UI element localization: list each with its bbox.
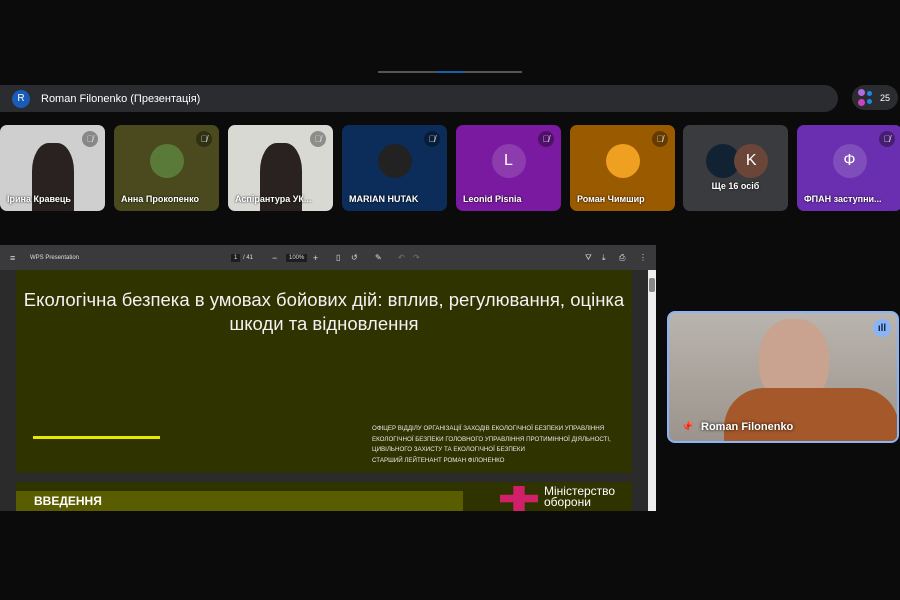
ministry-label: Міністерство оборони (544, 484, 616, 509)
mic-off-icon: 🎙̸ (652, 131, 668, 147)
menu-icon[interactable]: ≡ (10, 253, 15, 263)
avatar (605, 144, 640, 179)
participant-name: ФПАН заступни... (804, 194, 882, 204)
avatar: R (12, 89, 30, 108)
print-icon[interactable]: ⎙ (619, 253, 625, 263)
participant-tile[interactable]: K Ще 16 осіб (683, 125, 788, 211)
participant-tile[interactable]: 🎙̸ Ірина Кравець (0, 125, 105, 211)
participant-name: MARIAN HUTAK (349, 194, 419, 204)
mic-off-icon: 🎙̸ (879, 131, 895, 147)
viewer-toolbar: ≡ WPS Presentation 1 / 41 − 100% + ▯ ↺ ✎… (0, 245, 656, 270)
participants-count: 25 (880, 92, 891, 103)
zoom-in-button[interactable]: + (313, 253, 318, 263)
slide-2: ВВЕДЕННЯ Міністерство оборони (16, 482, 632, 511)
mic-off-icon: 🎙̸ (424, 131, 440, 147)
participant-tile[interactable]: 🎙̸ MARIAN HUTAK (342, 125, 447, 211)
participants-button[interactable]: 25 (852, 85, 898, 110)
fit-page-icon[interactable]: ▯ (336, 253, 340, 262)
app-title: WPS Presentation (30, 254, 80, 261)
avatar: Ф (832, 144, 867, 179)
self-view-name: Roman Filonenko (701, 421, 794, 433)
ministry-emblem-icon (500, 486, 538, 511)
presentation-title: Roman Filonenko (Презентація) (41, 92, 201, 105)
avatar (149, 144, 184, 179)
zoom-out-button[interactable]: − (272, 253, 277, 263)
more-icon[interactable]: ⋮ (639, 253, 647, 262)
slide-title: Екологічна безпека в умовах бойових дій:… (23, 289, 625, 334)
mic-off-icon: 🎙̸ (82, 131, 98, 147)
scrollbar[interactable] (648, 270, 656, 511)
participant-tile[interactable]: 🎙̸ Роман Чимшир (570, 125, 675, 211)
mic-off-icon: 🎙̸ (538, 131, 554, 147)
mic-off-icon: 🎙̸ (196, 131, 212, 147)
presentation-viewer: ≡ WPS Presentation 1 / 41 − 100% + ▯ ↺ ✎… (0, 245, 656, 511)
participant-name: Ірина Кравець (7, 194, 71, 204)
yellow-line (33, 436, 160, 439)
redo-icon[interactable]: ↷ (413, 253, 420, 262)
annotate-icon[interactable]: ✎ (375, 253, 382, 262)
page-input[interactable]: 1 (231, 253, 241, 262)
slide-2-heading: ВВЕДЕННЯ (34, 494, 102, 508)
rotate-icon[interactable]: ↺ (351, 253, 358, 262)
page-count: / 41 (243, 254, 254, 261)
carousel-indicator (378, 71, 522, 73)
speaking-indicator-icon: ıll (873, 319, 891, 337)
slide-1: Екологічна безпека в умовах бойових дій:… (16, 270, 632, 473)
participant-name: Анна Прокопенко (121, 194, 199, 204)
pin-icon[interactable]: 📌 (681, 422, 693, 433)
participant-name: Ще 16 осіб (711, 181, 760, 191)
presentation-bar[interactable]: R Roman Filonenko (Презентація) (0, 85, 838, 112)
participant-name: Роман Чимшир (577, 194, 645, 204)
drive-icon[interactable]: ⛛ (585, 253, 592, 263)
undo-icon[interactable]: ↶ (398, 253, 405, 262)
slide-subtitle: ОФІЦЕР ВІДДІЛУ ОРГАНІЗАЦІЇ ЗАХОДІВ ЕКОЛО… (372, 425, 611, 464)
participants-icon (858, 88, 876, 107)
avatar (377, 144, 412, 179)
zoom-input[interactable]: 100% (286, 253, 308, 262)
download-icon[interactable]: ⤓ (602, 253, 606, 263)
pinned-video-tile[interactable]: ıll 📌 Roman Filonenko (667, 311, 899, 443)
avatar: L (491, 144, 526, 179)
participant-name: Leonid Pisnia (463, 194, 522, 204)
participant-body (724, 388, 897, 441)
avatar: K (734, 144, 769, 179)
participant-name: Аспірантура УК... (235, 194, 312, 204)
mic-off-icon: 🎙̸ (310, 131, 326, 147)
participant-tile[interactable]: 🎙̸ Анна Прокопенко (114, 125, 219, 211)
participant-tile[interactable]: 🎙̸ Аспірантура УК... (228, 125, 333, 211)
participant-tile[interactable]: L 🎙̸ Leonid Pisnia (456, 125, 561, 211)
participant-tile[interactable]: Ф 🎙̸ ФПАН заступни... (797, 125, 900, 211)
